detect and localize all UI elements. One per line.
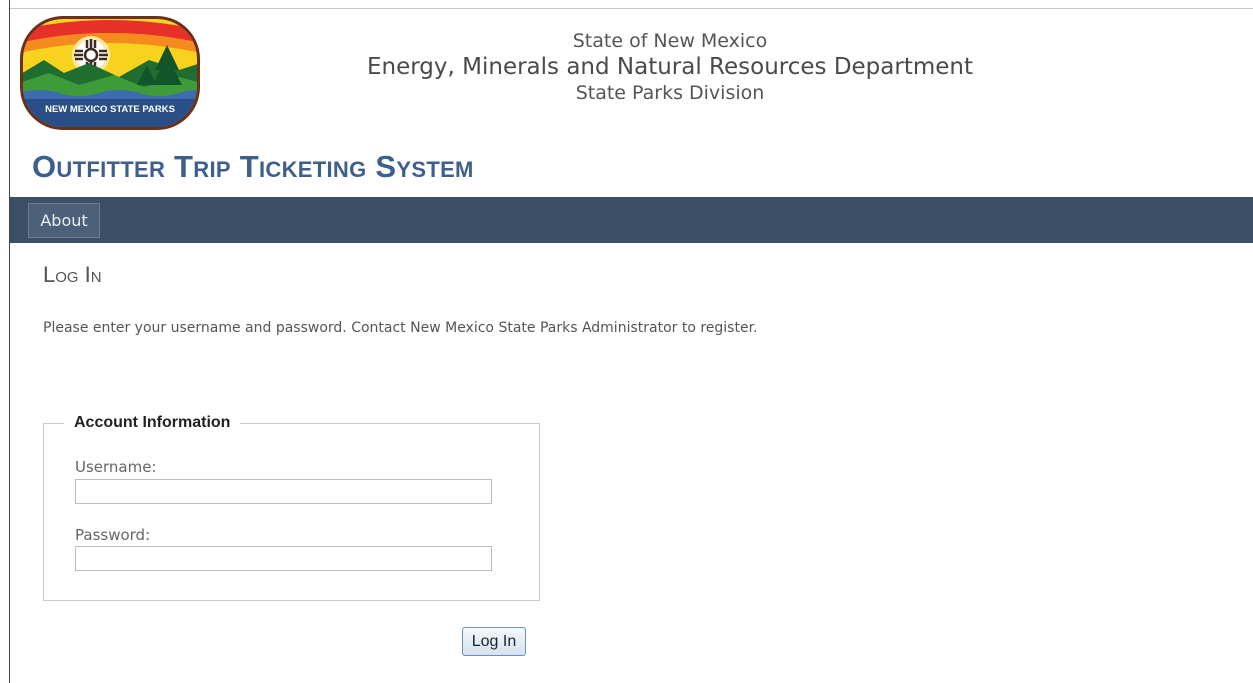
username-input[interactable] bbox=[75, 479, 492, 504]
state-parks-logo: NEW MEXICO STATE PARKS bbox=[20, 16, 200, 130]
agency-title: State of New Mexico Energy, Minerals and… bbox=[310, 30, 1030, 105]
password-label: Password: bbox=[75, 526, 151, 544]
username-label: Username: bbox=[75, 458, 157, 476]
login-instructions: Please enter your username and password.… bbox=[43, 320, 758, 336]
agency-state: State of New Mexico bbox=[572, 30, 768, 52]
login-button[interactable]: Log In bbox=[462, 627, 526, 656]
nav-item-about[interactable]: About bbox=[28, 203, 100, 238]
account-information-legend: Account Information bbox=[74, 414, 231, 431]
page-header: NEW MEXICO STATE PARKS State of New Mexi… bbox=[10, 9, 1253, 197]
main-navbar: About bbox=[10, 197, 1253, 243]
agency-department: Energy, Minerals and Natural Resources D… bbox=[366, 53, 974, 80]
account-information-fieldset: Account Information Username: Password: bbox=[43, 414, 540, 601]
system-title: Outfitter Trip Ticketing System bbox=[32, 149, 474, 184]
page-title: Log In bbox=[43, 262, 102, 287]
logo-text: NEW MEXICO STATE PARKS bbox=[45, 104, 175, 115]
password-input[interactable] bbox=[75, 546, 492, 571]
agency-division: State Parks Division bbox=[575, 82, 765, 105]
